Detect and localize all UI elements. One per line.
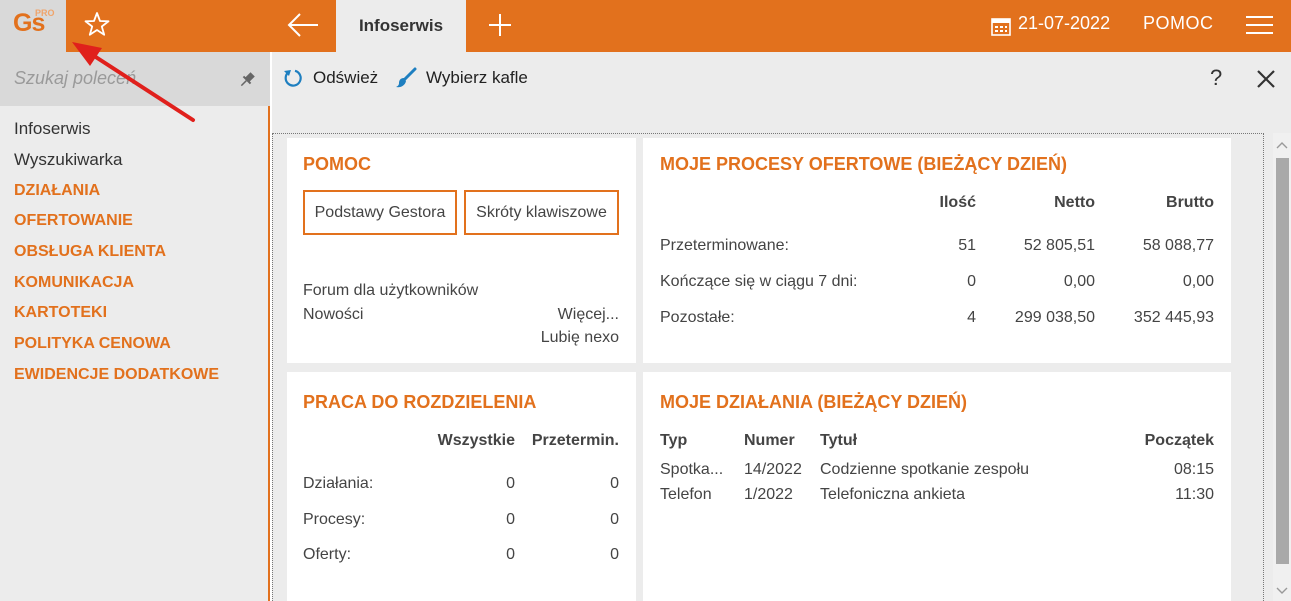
col-header-type: Typ: [660, 432, 688, 449]
sidebar-item-polityka-cenowa[interactable]: POLITYKA CENOWA: [14, 329, 219, 360]
sidebar-item-obsluga-klienta[interactable]: OBSŁUGA KLIENTA: [14, 237, 219, 268]
basics-button[interactable]: Podstawy Gestora: [303, 190, 457, 235]
pin-icon[interactable]: [238, 71, 256, 89]
sidebar-item-dzialania[interactable]: DZIAŁANIA: [14, 175, 219, 206]
offer-row-label: Pozostałe:: [660, 309, 735, 326]
refresh-icon[interactable]: [283, 68, 303, 88]
col-header-net: Netto: [1054, 194, 1095, 211]
sidebar-item-wyszukiwarka[interactable]: Wyszukiwarka: [14, 145, 219, 176]
work-row-label: Procesy:: [303, 511, 366, 528]
work-row-all[interactable]: 0: [455, 475, 515, 493]
logo-badge: PRO: [35, 8, 55, 18]
forum-link[interactable]: Forum dla użytkowników: [303, 282, 478, 300]
col-header-overdue: Przetermin.: [531, 432, 619, 449]
offer-row-gross: 352 445,93: [1133, 309, 1214, 326]
sidebar-item-kartoteki[interactable]: KARTOTEKI: [14, 298, 219, 329]
hamburger-menu-icon[interactable]: [1246, 15, 1273, 35]
sidebar: Infoserwis Wyszukiwarka DZIAŁANIA OFERTO…: [0, 52, 270, 601]
action-row-start[interactable]: 08:15: [1134, 461, 1214, 479]
sidebar-item-infoserwis[interactable]: Infoserwis: [14, 114, 219, 145]
toolbar: [272, 52, 1291, 105]
brush-icon[interactable]: [395, 67, 417, 89]
add-tab-icon[interactable]: [487, 12, 513, 38]
work-row-label: Działania:: [303, 475, 374, 492]
work-row-overdue[interactable]: 0: [559, 475, 619, 493]
tile-offer-processes-title: MOJE PROCESY OFERTOWE (BIEŻĄCY DZIEŃ): [660, 154, 1068, 174]
top-bar: Gs PRO Infoserwis 21-07-2022 POMOC: [0, 0, 1291, 52]
current-date[interactable]: 21-07-2022: [1018, 13, 1110, 34]
col-header-number: Numer: [744, 432, 795, 449]
offer-row-net: 52 805,51: [1023, 237, 1095, 254]
offer-row-count[interactable]: 4: [896, 309, 976, 327]
offer-row-net: 0,00: [1063, 273, 1095, 290]
sidebar-item-komunikacja[interactable]: KOMUNIKACJA: [14, 267, 219, 298]
offer-row-gross: 0,00: [1182, 273, 1214, 290]
offer-row-gross: 58 088,77: [1142, 237, 1214, 254]
app-logo[interactable]: Gs PRO: [0, 0, 66, 52]
offer-row-label: Przeterminowane:: [660, 237, 789, 254]
action-row-number[interactable]: 14/2022: [744, 461, 802, 479]
shortcuts-button[interactable]: Skróty klawiszowe: [464, 190, 619, 235]
tile-work-distribution-title: PRACA DO ROZDZIELENIA: [303, 392, 537, 412]
calendar-icon[interactable]: [990, 15, 1012, 37]
command-search-input[interactable]: [14, 68, 224, 89]
action-row-type[interactable]: Telefon: [660, 486, 712, 504]
action-row-start[interactable]: 11:30: [1134, 486, 1214, 504]
star-icon[interactable]: [84, 11, 110, 37]
scroll-down-icon[interactable]: [1276, 586, 1288, 596]
scroll-up-icon[interactable]: [1276, 140, 1288, 150]
action-row-title[interactable]: Codzienne spotkanie zespołu: [820, 461, 1029, 479]
sidebar-item-ofertowanie[interactable]: OFERTOWANIE: [14, 206, 219, 237]
offer-row-count[interactable]: 0: [896, 273, 976, 291]
close-icon[interactable]: [1256, 69, 1276, 89]
offer-row-net: 299 038,50: [1014, 309, 1095, 326]
col-header-gross: Brutto: [1166, 194, 1214, 211]
back-arrow-icon[interactable]: [286, 11, 320, 39]
col-header-all: Wszystkie: [437, 432, 515, 449]
offer-row-count[interactable]: 51: [896, 237, 976, 255]
sidebar-item-ewidencje-dodatkowe[interactable]: EWIDENCJE DODATKOWE: [14, 360, 219, 391]
work-row-overdue[interactable]: 0: [559, 511, 619, 529]
work-row-label: Oferty:: [303, 546, 352, 563]
more-link[interactable]: Więcej...: [519, 306, 619, 324]
work-row-overdue[interactable]: 0: [559, 546, 619, 564]
like-nexo-link[interactable]: Lubię nexo: [499, 329, 619, 347]
col-header-count: Ilość: [939, 194, 976, 211]
sidebar-nav: Infoserwis Wyszukiwarka DZIAŁANIA OFERTO…: [14, 114, 219, 390]
help-menu-link[interactable]: POMOC: [1143, 13, 1214, 34]
tile-my-actions-title: MOJE DZIAŁANIA (BIEŻĄCY DZIEŃ): [660, 392, 968, 412]
choose-tiles-button[interactable]: Wybierz kafle: [426, 68, 528, 88]
action-row-type[interactable]: Spotka...: [660, 461, 723, 479]
col-header-title: Tytuł: [820, 432, 858, 449]
col-header-start: Początek: [1144, 432, 1214, 449]
scrollbar-thumb[interactable]: [1276, 158, 1289, 564]
tab-infoserwis[interactable]: Infoserwis: [336, 0, 466, 52]
tile-help-title: POMOC: [303, 154, 372, 174]
work-row-all[interactable]: 0: [455, 511, 515, 529]
refresh-button[interactable]: Odśwież: [313, 68, 378, 88]
command-search: [0, 52, 270, 106]
news-link[interactable]: Nowości: [303, 306, 363, 324]
action-row-title[interactable]: Telefoniczna ankieta: [820, 486, 965, 504]
offer-row-label: Kończące się w ciągu 7 dni:: [660, 273, 858, 290]
help-icon[interactable]: ?: [1210, 65, 1222, 91]
work-row-all[interactable]: 0: [455, 546, 515, 564]
action-row-number[interactable]: 1/2022: [744, 486, 793, 504]
